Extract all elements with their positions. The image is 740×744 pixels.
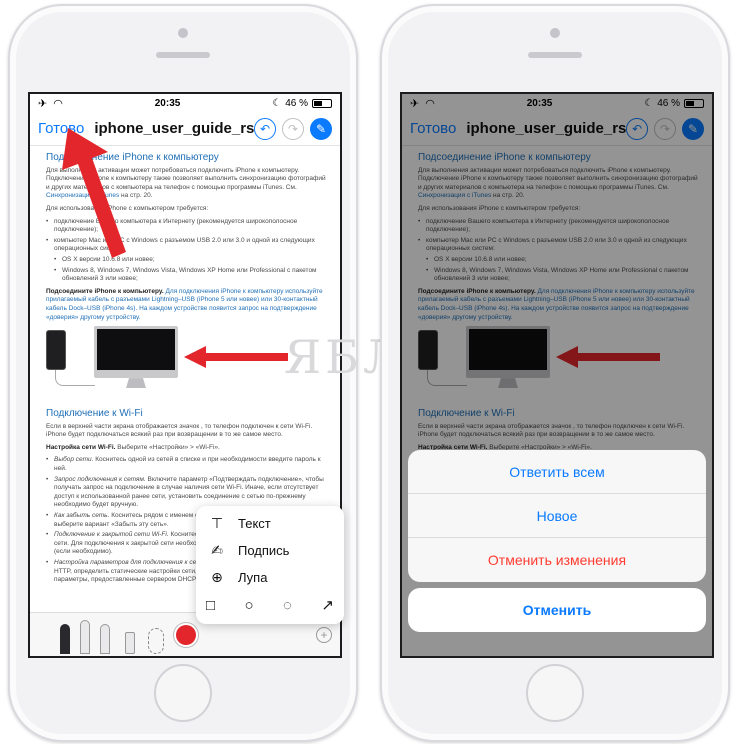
menu-item-signature[interactable]: ✍ Подпись [206, 537, 334, 564]
front-camera [550, 28, 560, 38]
battery-icon [311, 98, 332, 108]
color-picker-icon[interactable] [176, 625, 196, 645]
lasso-tool-icon[interactable] [148, 628, 164, 654]
redo-icon[interactable]: ↷ [282, 117, 304, 140]
new-button[interactable]: Новое [408, 494, 706, 538]
iphone-image [46, 330, 66, 371]
paragraph: Если в верхней части экрана отображается… [46, 422, 313, 439]
pen-tool-icon[interactable] [60, 624, 70, 654]
home-button[interactable] [526, 664, 584, 722]
earpiece-speaker [528, 52, 582, 58]
square-shape-icon[interactable]: □ [206, 597, 215, 614]
list-item: Windows 8, Windows 7, Windows Vista, Win… [46, 267, 326, 284]
signature-icon: ✍ [211, 542, 223, 558]
discard-changes-button[interactable]: Отменить изменения [408, 538, 706, 582]
undo-icon[interactable]: ↶ [254, 117, 276, 140]
markup-add-menu: ⊤ Текст ✍ Подпись ⊕ Лупа □ ○ ◌ ↗ [196, 506, 344, 624]
airplane-icon: ✈ [38, 97, 48, 110]
red-pointer-arrow-icon [62, 128, 126, 258]
cable-image [55, 370, 95, 387]
circle-shape-icon[interactable]: ○ [245, 597, 254, 614]
menu-item-text[interactable]: ⊤ Текст [206, 510, 334, 537]
speech-bubble-icon[interactable]: ◌ [283, 597, 292, 614]
text-box-icon: ⊤ [210, 515, 224, 531]
imac-stand [126, 378, 146, 389]
eraser-tool-icon[interactable] [125, 632, 135, 654]
cancel-button[interactable]: Отменить [408, 588, 706, 632]
home-button[interactable] [154, 664, 212, 722]
imac-image [94, 326, 178, 379]
add-tool-icon[interactable]: + [316, 627, 332, 643]
red-arrow-icon [184, 346, 288, 369]
list-item: Запрос подключения к сетям. Включите пар… [46, 476, 326, 510]
moon-icon: ☾ [272, 97, 282, 109]
wifi-icon: ◠ [53, 97, 63, 110]
reply-all-button[interactable]: Ответить всем [408, 450, 706, 494]
screen-right: ✈ ◠ 20:35 ☾ 46 % Готово iphone_user_guid… [400, 92, 714, 658]
list-item: Выбор сети. Коснитесь одной из сетей в с… [46, 456, 326, 473]
status-bar: ✈ ◠ 20:35 ☾ 46 % [30, 94, 340, 112]
earpiece-speaker [156, 52, 210, 58]
paragraph: Подсоедините iPhone к компьютеру. Для по… [46, 287, 323, 321]
loupe-icon: ⊕ [211, 569, 223, 585]
battery-percent: 46 % [285, 97, 308, 109]
markup-pen-icon[interactable]: ✎ [310, 117, 332, 140]
section-heading: Подключение к Wi-Fi [46, 408, 143, 420]
marker-tool-icon[interactable] [80, 620, 90, 654]
status-time: 20:35 [154, 97, 181, 109]
shapes-row: □ ○ ◌ ↗ [206, 591, 334, 619]
front-camera [178, 28, 188, 38]
pencil-tool-icon[interactable] [100, 624, 110, 654]
paragraph: Настройка сети Wi-Fi. Выберите «Настройк… [46, 443, 220, 451]
action-sheet: Ответить всем Новое Отменить изменения [408, 450, 706, 582]
phone-right: ✈ ◠ 20:35 ☾ 46 % Готово iphone_user_guid… [380, 4, 730, 742]
arrow-shape-icon[interactable]: ↗ [321, 596, 334, 614]
menu-item-loupe[interactable]: ⊕ Лупа [206, 564, 334, 591]
